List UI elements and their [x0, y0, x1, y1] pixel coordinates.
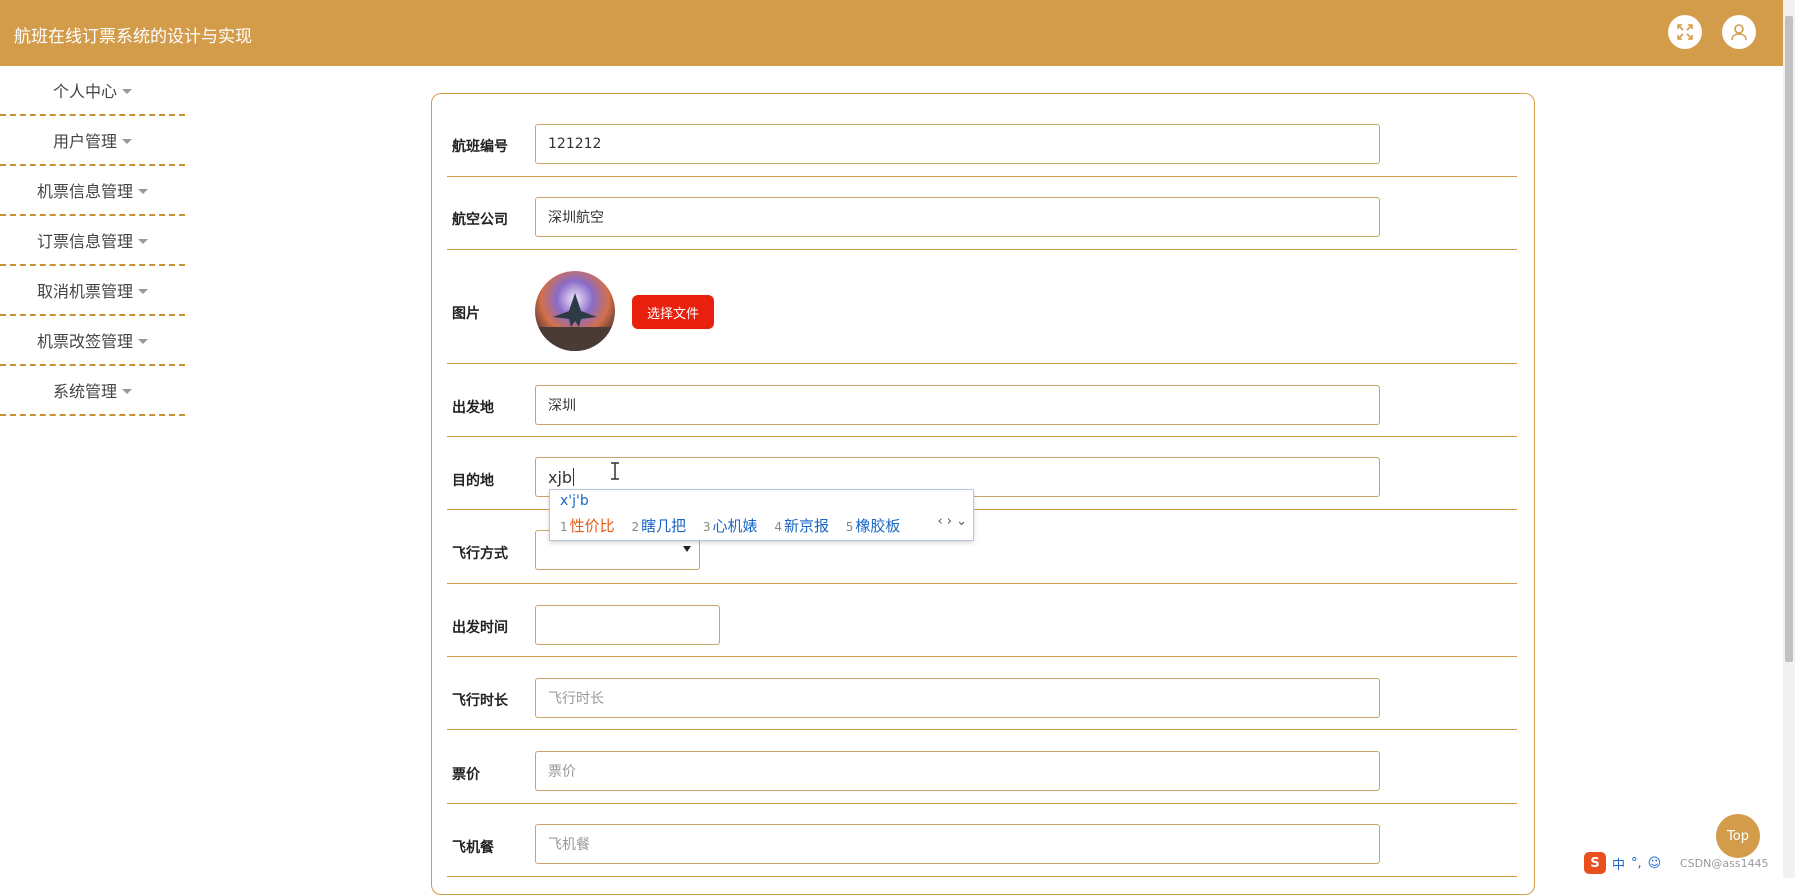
fullscreen-button[interactable] [1668, 15, 1702, 49]
departure-input[interactable]: 深圳 [535, 385, 1380, 425]
ime-composition: x'j'b [560, 493, 589, 509]
duration-placeholder: 飞行时长 [548, 691, 604, 707]
user-button[interactable] [1722, 15, 1756, 49]
text-cursor-icon [611, 462, 619, 480]
airline-input[interactable]: 深圳航空 [535, 197, 1380, 237]
price-input[interactable]: 票价 [535, 751, 1380, 791]
form-row-duration: 飞行时长 飞行时长 [447, 657, 1517, 730]
flight-image-preview [535, 271, 615, 351]
chevron-down-icon [683, 546, 691, 552]
sidebar-item-label: 个人中心 [52, 82, 117, 101]
ime-candidate-list: 1 性价比 2 瞎几把 3 心机婊 4 新京报 5 橡胶板 [560, 515, 912, 536]
ime-candidate[interactable]: 1 性价比 [560, 515, 615, 536]
user-icon [1731, 24, 1747, 41]
meal-input[interactable]: 飞机餐 [535, 824, 1380, 864]
departure-time-label: 出发时间 [452, 620, 508, 636]
jet-plane-image [535, 271, 615, 351]
sidebar-item-ticket-change[interactable]: 机票改签管理 [0, 316, 185, 366]
ime-candidate[interactable]: 4 新京报 [774, 515, 829, 536]
caret-down-icon [122, 138, 132, 144]
sidebar-item-cancel-ticket[interactable]: 取消机票管理 [0, 266, 185, 316]
form-row-departure-time: 出发时间 [447, 584, 1517, 657]
meal-label: 飞机餐 [452, 840, 494, 856]
sidebar-item-label: 用户管理 [52, 132, 117, 151]
expand-arrows-icon [1677, 24, 1693, 40]
text-caret [573, 468, 575, 486]
sidebar-item-label: 机票改签管理 [36, 332, 133, 351]
sidebar-item-label: 机票信息管理 [36, 182, 133, 201]
flight-no-label: 航班编号 [452, 139, 508, 155]
sidebar-item-label: 系统管理 [52, 382, 117, 401]
departure-label: 出发地 [452, 400, 494, 416]
caret-down-icon [138, 188, 148, 194]
emoji-icon[interactable]: ☺ [1648, 856, 1662, 871]
ime-lang-indicator[interactable]: 中 [1612, 854, 1625, 873]
destination-value: xjb [548, 467, 573, 487]
caret-down-icon [122, 88, 132, 94]
duration-label: 飞行时长 [452, 693, 508, 709]
sidebar-item-system-management[interactable]: 系统管理 [0, 366, 185, 416]
form-row-image: 图片 选择文件 [447, 250, 1517, 364]
ime-candidate[interactable]: 3 心机婊 [703, 515, 758, 536]
sidebar: 个人中心 用户管理 机票信息管理 订票信息管理 取消机票管理 机票改签管理 系统… [0, 66, 185, 416]
sogou-logo-icon[interactable]: S [1584, 852, 1606, 874]
ime-page-arrows[interactable]: ‹ › ⌄ [937, 514, 967, 529]
sidebar-item-ticket-info[interactable]: 机票信息管理 [0, 166, 185, 216]
app-title: 航班在线订票系统的设计与实现 [14, 27, 252, 47]
airline-label: 航空公司 [452, 212, 508, 228]
price-label: 票价 [452, 767, 480, 783]
form-row-meal: 飞机餐 飞机餐 [447, 804, 1517, 877]
ime-candidate[interactable]: 5 橡胶板 [846, 515, 901, 536]
departure-value: 深圳 [548, 398, 576, 414]
caret-down-icon [138, 238, 148, 244]
form-row-price: 票价 票价 [447, 730, 1517, 804]
ime-candidate-window: x'j'b 1 性价比 2 瞎几把 3 心机婊 4 新京报 5 橡胶板 ‹ › ⌄ [549, 489, 974, 541]
form-row-airline: 航空公司 深圳航空 [447, 177, 1517, 250]
top-header: 航班在线订票系统的设计与实现 [0, 0, 1783, 66]
form-row-flight-no: 航班编号 121212 [447, 106, 1517, 177]
meal-placeholder: 飞机餐 [548, 837, 590, 853]
image-label: 图片 [452, 306, 480, 322]
departure-time-input[interactable] [535, 605, 720, 645]
scrollbar-thumb[interactable] [1785, 16, 1793, 662]
flight-no-value: 121212 [548, 136, 602, 152]
flight-mode-label: 飞行方式 [452, 546, 508, 562]
sidebar-item-booking-info[interactable]: 订票信息管理 [0, 216, 185, 266]
ime-candidate[interactable]: 2 瞎几把 [631, 515, 686, 536]
sidebar-item-label: 订票信息管理 [36, 232, 133, 251]
airline-value: 深圳航空 [548, 210, 604, 226]
caret-down-icon [138, 288, 148, 294]
ime-punct-indicator[interactable]: °, [1631, 856, 1642, 871]
destination-label: 目的地 [452, 473, 494, 489]
price-placeholder: 票价 [548, 764, 576, 780]
choose-file-button[interactable]: 选择文件 [632, 295, 714, 329]
sidebar-item-label: 取消机票管理 [36, 282, 133, 301]
ime-tray: S 中 °, ☺ [1584, 850, 1661, 876]
back-to-top-button[interactable]: Top [1716, 814, 1760, 858]
sidebar-item-personal-center[interactable]: 个人中心 [0, 66, 185, 116]
watermark: CSDN@ass1445 [1680, 857, 1769, 870]
flight-no-input[interactable]: 121212 [535, 124, 1380, 164]
caret-down-icon [122, 388, 132, 394]
duration-input[interactable]: 飞行时长 [535, 678, 1380, 718]
caret-down-icon [138, 338, 148, 344]
sidebar-item-user-management[interactable]: 用户管理 [0, 116, 185, 166]
page-scrollbar[interactable] [1783, 0, 1795, 878]
form-row-departure: 出发地 深圳 [447, 364, 1517, 437]
